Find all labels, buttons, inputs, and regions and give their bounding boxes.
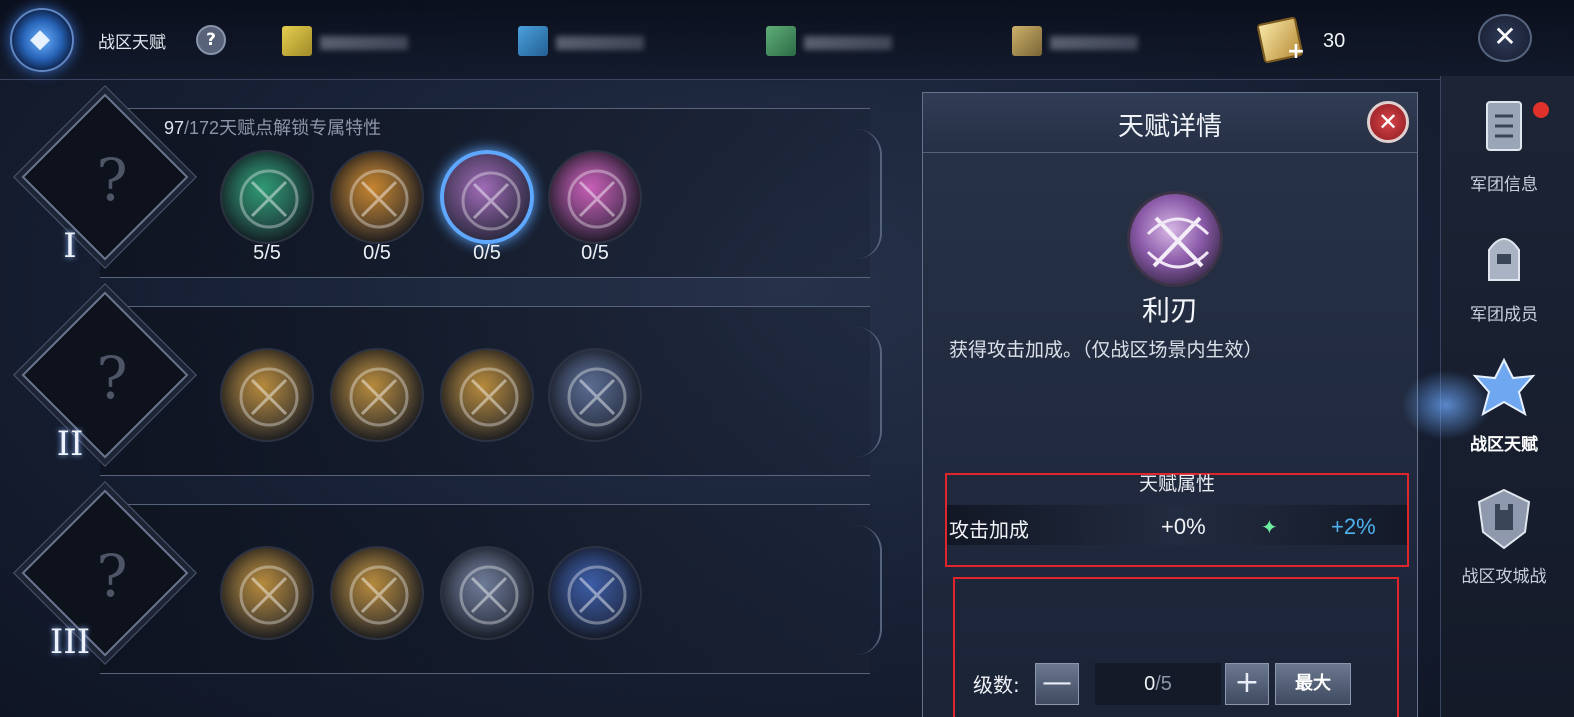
attribute-name: 攻击加成 — [949, 518, 1029, 542]
blade-moon-icon[interactable] — [548, 546, 642, 640]
panel-header: 天赋详情 ✕ — [923, 93, 1417, 153]
talent-tier-2: ? II — [21, 291, 882, 476]
panel-title: 天赋详情 — [1117, 112, 1222, 142]
talent-level: 0/5 — [363, 242, 391, 264]
close-button[interactable]: ✕ — [1478, 14, 1532, 62]
side-navigation: 军团信息 军团成员 战区天赋 战区攻城战 — [1401, 76, 1574, 717]
blurred-value — [320, 36, 408, 50]
nav-item-legion-members[interactable]: 军团成员 — [1441, 216, 1574, 336]
legion-member-icon — [1488, 238, 1520, 281]
cannon-gold-icon[interactable] — [220, 546, 314, 640]
flame-chain-icon[interactable] — [330, 150, 424, 244]
nav-label: 战区天赋 — [1470, 435, 1538, 455]
question-mark-icon: ? — [96, 344, 128, 412]
level-increase-button[interactable]: + — [1225, 663, 1269, 705]
resource-slot-1 — [282, 26, 432, 56]
nav-item-zone-talent[interactable]: 战区天赋 — [1441, 346, 1574, 466]
crossed-swords-icon[interactable] — [440, 150, 534, 244]
resource-slot-2 — [518, 26, 668, 56]
arrow-right-icon: ✦ — [1261, 515, 1278, 539]
tier-numeral: III — [49, 622, 91, 662]
attribute-row: 攻击加成 +0% ✦ +2% — [947, 505, 1407, 545]
blurred-value — [804, 36, 892, 50]
blurred-value — [556, 36, 644, 50]
notification-badge — [1533, 102, 1549, 118]
pink-sword-icon[interactable] — [548, 150, 642, 244]
talent-level: 0/5 — [473, 242, 501, 264]
zone-talent-icon — [1472, 357, 1536, 417]
spirit-blue-icon[interactable] — [548, 348, 642, 442]
crossed-swords-icon — [1127, 191, 1223, 287]
nav-item-zone-siege[interactable]: 战区攻城战 — [1441, 478, 1574, 598]
talent-points-info: 97/172天赋点解锁专属特性 — [164, 114, 381, 140]
level-current: 0 — [1144, 673, 1156, 695]
talent-description: 获得攻击加成。（仅战区场景内生效） — [949, 339, 1263, 361]
talent-level: 5/5 — [253, 242, 281, 264]
attribute-current-value: +0% — [1161, 514, 1206, 539]
page-title: 战区天赋 — [98, 33, 166, 53]
fortress-gold-icon[interactable] — [220, 348, 314, 442]
level-max-button[interactable]: 最大 — [1275, 663, 1351, 705]
zone-emblem-icon: ◆ — [10, 8, 74, 72]
question-mark-icon: ? — [96, 146, 128, 214]
nav-label: 战区攻城战 — [1461, 567, 1547, 587]
talent-name: 利刃 — [1141, 294, 1198, 327]
attribute-title: 天赋属性 — [1138, 473, 1215, 495]
blue-resource-icon — [518, 26, 548, 56]
points-spent: 97 — [164, 118, 185, 138]
cart-gold-icon[interactable] — [330, 546, 424, 640]
nav-item-legion-info[interactable]: 军团信息 — [1441, 86, 1574, 206]
green-resource-icon — [766, 26, 796, 56]
resource-slot-3 — [766, 26, 916, 56]
level-value: 0/5 — [1095, 663, 1221, 705]
help-button[interactable]: ? — [196, 25, 226, 55]
talent-detail-panel: 天赋详情 ✕ 利刃 获得攻击加成。（仅战区场景内生效） 天赋属性 攻击加成 +0… — [922, 92, 1418, 717]
legion-info-icon — [1486, 101, 1522, 151]
level-label: 级数: — [973, 673, 1020, 697]
talent-tier-3: ? III — [21, 489, 882, 674]
level-decrease-button[interactable]: — — [1035, 663, 1079, 705]
talent-coin-add-icon[interactable]: + — [1256, 16, 1305, 64]
warrior-slash-icon[interactable] — [330, 348, 424, 442]
tier-numeral: II — [56, 424, 84, 464]
top-bar: ◆ 战区天赋 ? + 30 ✕ — [0, 0, 1574, 80]
nav-label: 军团成员 — [1470, 305, 1538, 325]
coin-count: 30 — [1323, 30, 1346, 52]
blurred-value — [1050, 36, 1138, 50]
yellow-resource-icon — [282, 26, 312, 56]
question-mark-icon: ? — [96, 542, 128, 610]
resource-slot-4 — [1012, 26, 1162, 56]
gold-resource-icon — [1012, 26, 1042, 56]
panel-close-button[interactable]: ✕ — [1367, 101, 1409, 143]
level-max: /5 — [1155, 673, 1172, 695]
siege-castle-icon — [1477, 488, 1531, 550]
talent-level: 0/5 — [581, 242, 609, 264]
tier-numeral: I — [63, 226, 77, 266]
attribute-next-value: +2% — [1331, 514, 1376, 539]
level-section: 级数: — 0/5 + 最大 — [953, 577, 1399, 717]
attribute-section: 天赋属性 攻击加成 +0% ✦ +2% — [945, 473, 1409, 567]
nav-label: 军团信息 — [1470, 175, 1538, 195]
shield-helm-icon[interactable] — [440, 348, 534, 442]
star-burst-icon[interactable] — [440, 546, 534, 640]
bow-archer-icon[interactable] — [220, 150, 314, 244]
points-requirement: /172天赋点解锁专属特性 — [184, 118, 382, 138]
